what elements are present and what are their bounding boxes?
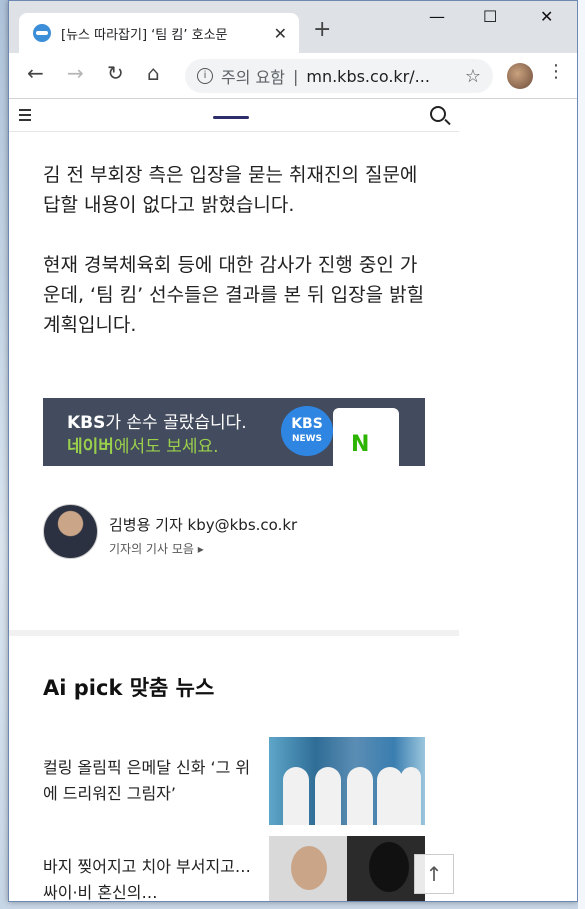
naver-promo-banner[interactable]: KBS가 손수 골랐습니다. 네이버에서도 보세요. KBS NEWS N [43,398,425,466]
news-title[interactable]: 바지 찢어지고 치아 부서지고…싸이·비 혼신의… [43,854,253,901]
back-arrow-icon[interactable]: ← [27,63,44,83]
reporter-articles-link[interactable]: 기자의 기사 모음 ▸ [109,540,204,557]
background-window-edge [578,0,585,909]
close-window-button[interactable]: ✕ [540,7,553,26]
section-divider [9,630,459,636]
news-title[interactable]: 컬링 올림픽 은메달 신화 ‘그 위에 드리워진 그림자’ [43,755,253,807]
naver-logo-icon: N [351,432,370,457]
reporter-name[interactable]: 김병용 기자 kby@kbs.co.kr [109,514,297,535]
new-tab-button[interactable]: + [313,19,331,41]
bookmark-star-icon[interactable]: ☆ [465,66,481,87]
url-text[interactable]: mn.kbs.co.kr/... [306,67,459,86]
ai-pick-heading: Ai pick 맞춤 뉴스 [43,676,215,700]
site-header [9,100,459,132]
site-logo[interactable] [213,116,249,119]
kebab-menu-icon[interactable]: ⋮ [547,63,565,81]
article-paragraph: 김 전 부회장 측은 입장을 묻는 취재진의 질문에 답할 내용이 없다고 밝혔… [43,164,418,216]
info-icon[interactable]: i [197,68,213,84]
hamburger-menu-icon[interactable] [19,109,31,121]
article-body: 김 전 부회장 측은 입장을 묻는 취재진의 질문에 답할 내용이 없다고 밝혔… [9,132,459,340]
scroll-to-top-button[interactable]: ↑ [414,854,454,894]
security-warning: 주의 요함 [221,68,285,87]
reporter-info: 김병용 기자 kby@kbs.co.kr 기자의 기사 모음 ▸ [43,504,443,560]
news-thumbnail[interactable] [269,737,425,825]
url-separator: | [292,66,299,86]
kbs-favicon-icon [33,24,51,42]
tab-title: [뉴스 따라잡기] ‘팀 킴’ 호소문 [61,27,228,43]
maximize-button[interactable]: ☐ [483,7,497,26]
page-side-area [460,100,577,901]
browser-toolbar: ← → ↻ ⌂ i 주의 요함 | mn.kbs.co.kr/... ☆ ⋮ [9,53,577,99]
banner-line-1: KBS가 손수 골랐습니다. [67,413,247,433]
article-paragraph: 현재 경북체육회 등에 대한 감사가 진행 중인 가운데, ‘팀 킴’ 선수들은… [43,254,425,336]
browser-tab[interactable]: [뉴스 따라잡기] ‘팀 킴’ 호소문 ✕ [19,13,299,53]
reload-icon[interactable]: ↻ [107,63,124,83]
address-bar[interactable]: i 주의 요함 | mn.kbs.co.kr/... ☆ [185,59,493,93]
kbs-news-logo-icon: KBS NEWS [281,406,333,456]
title-bar: [뉴스 따라잡기] ‘팀 킴’ 호소문 ✕ + — ☐ ✕ [9,1,577,53]
minimize-button[interactable]: — [429,7,445,26]
browser-window: [뉴스 따라잡기] ‘팀 킴’ 호소문 ✕ + — ☐ ✕ ← → ↻ ⌂ i … [8,0,578,902]
forward-arrow-icon[interactable]: → [67,63,84,83]
close-tab-icon[interactable]: ✕ [274,24,287,43]
news-thumbnail[interactable] [269,836,425,901]
reporter-photo [43,504,98,559]
home-icon[interactable]: ⌂ [147,63,160,83]
search-icon[interactable] [430,106,446,122]
banner-line-2: 네이버에서도 보세요. [67,437,219,457]
phone-graphic: N [333,408,399,466]
news-item[interactable]: 바지 찢어지고 치아 부서지고…싸이·비 혼신의… [43,836,425,901]
news-item[interactable]: 컬링 올림픽 은메달 신화 ‘그 위에 드리워진 그림자’ [43,737,425,825]
profile-avatar[interactable] [507,63,533,89]
page-viewport: 김 전 부회장 측은 입장을 묻는 취재진의 질문에 답할 내용이 없다고 밝혔… [9,100,459,901]
